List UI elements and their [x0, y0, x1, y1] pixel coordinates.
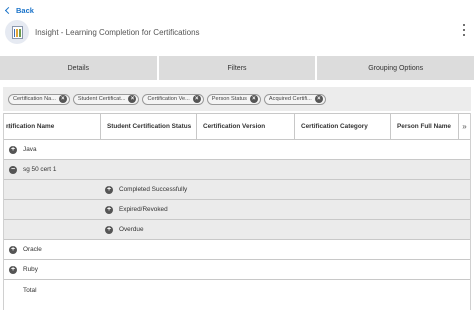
tab-filters[interactable]: Filters: [158, 56, 316, 80]
remove-chip-icon[interactable]: ×: [314, 95, 323, 103]
remove-chip-icon[interactable]: ×: [192, 95, 201, 103]
remove-chip-icon[interactable]: ×: [249, 95, 258, 103]
collapse-icon[interactable]: −: [9, 165, 17, 174]
scroll-left-icon[interactable]: «: [4, 114, 15, 139]
row-label: Completed Successfully: [119, 186, 188, 193]
tab-details[interactable]: Details: [0, 56, 157, 80]
more-options-icon[interactable]: [461, 24, 467, 36]
table-header: rtification Name Student Certification S…: [4, 113, 470, 140]
grouping-chip[interactable]: Certification Na... ×: [8, 93, 70, 105]
scroll-right-icon[interactable]: »: [458, 114, 470, 139]
chip-label: Certification Ve...: [147, 96, 190, 102]
chevron-left-icon: [4, 6, 13, 14]
grouping-chip[interactable]: Person Status ×: [206, 93, 261, 105]
tab-bar: Details Filters Grouping Options: [0, 56, 474, 80]
row-label: Oracle: [23, 246, 42, 253]
expand-icon[interactable]: +: [9, 265, 17, 274]
row-label: Ruby: [23, 266, 38, 273]
page-title: Insight - Learning Completion for Certif…: [35, 28, 200, 37]
report-table: rtification Name Student Certification S…: [3, 113, 471, 310]
column-header[interactable]: Student Certification Status: [101, 114, 197, 139]
total-row: Total: [4, 280, 470, 300]
expand-icon[interactable]: +: [9, 245, 17, 254]
column-header[interactable]: rtification Name: [4, 114, 101, 139]
grouping-chip[interactable]: Student Certificat... ×: [72, 93, 140, 105]
table-row: + Overdue: [4, 220, 470, 240]
table-row: + Expired/Revoked: [4, 200, 470, 220]
column-header[interactable]: Certification Category: [295, 114, 391, 139]
table-row: + Oracle: [4, 240, 470, 260]
row-label: Java: [23, 146, 37, 153]
remove-chip-icon[interactable]: ×: [58, 95, 67, 103]
column-header[interactable]: Certification Version: [197, 114, 295, 139]
table-row: + Completed Successfully: [4, 180, 470, 200]
chip-label: Acquired Certifi...: [268, 96, 312, 102]
chip-label: Person Status: [211, 96, 247, 102]
column-header[interactable]: Person Full Name: [391, 114, 465, 139]
chip-label: Certification Na...: [13, 96, 56, 102]
table-row: + Java: [4, 140, 470, 160]
row-label: Expired/Revoked: [119, 206, 168, 213]
back-label: Back: [16, 5, 34, 15]
expand-icon[interactable]: +: [9, 145, 17, 154]
table-row: + Ruby: [4, 260, 470, 280]
expand-icon[interactable]: +: [105, 225, 113, 234]
grouping-chip-bar: Certification Na... × Student Certificat…: [3, 87, 471, 111]
tab-grouping-options[interactable]: Grouping Options: [317, 56, 474, 80]
expand-icon[interactable]: +: [105, 205, 113, 214]
row-label: sg 50 cert 1: [23, 166, 57, 173]
remove-chip-icon[interactable]: ×: [128, 95, 137, 103]
report-icon: [5, 20, 29, 44]
grouping-chip[interactable]: Acquired Certifi... ×: [263, 93, 326, 105]
expand-icon[interactable]: +: [105, 185, 113, 194]
row-label: Overdue: [119, 226, 144, 233]
chip-label: Student Certificat...: [77, 96, 126, 102]
row-label: Total: [23, 286, 37, 294]
back-link[interactable]: Back: [4, 4, 34, 16]
grouping-chip[interactable]: Certification Ve... ×: [142, 93, 204, 105]
table-row: − sg 50 cert 1: [4, 160, 470, 180]
